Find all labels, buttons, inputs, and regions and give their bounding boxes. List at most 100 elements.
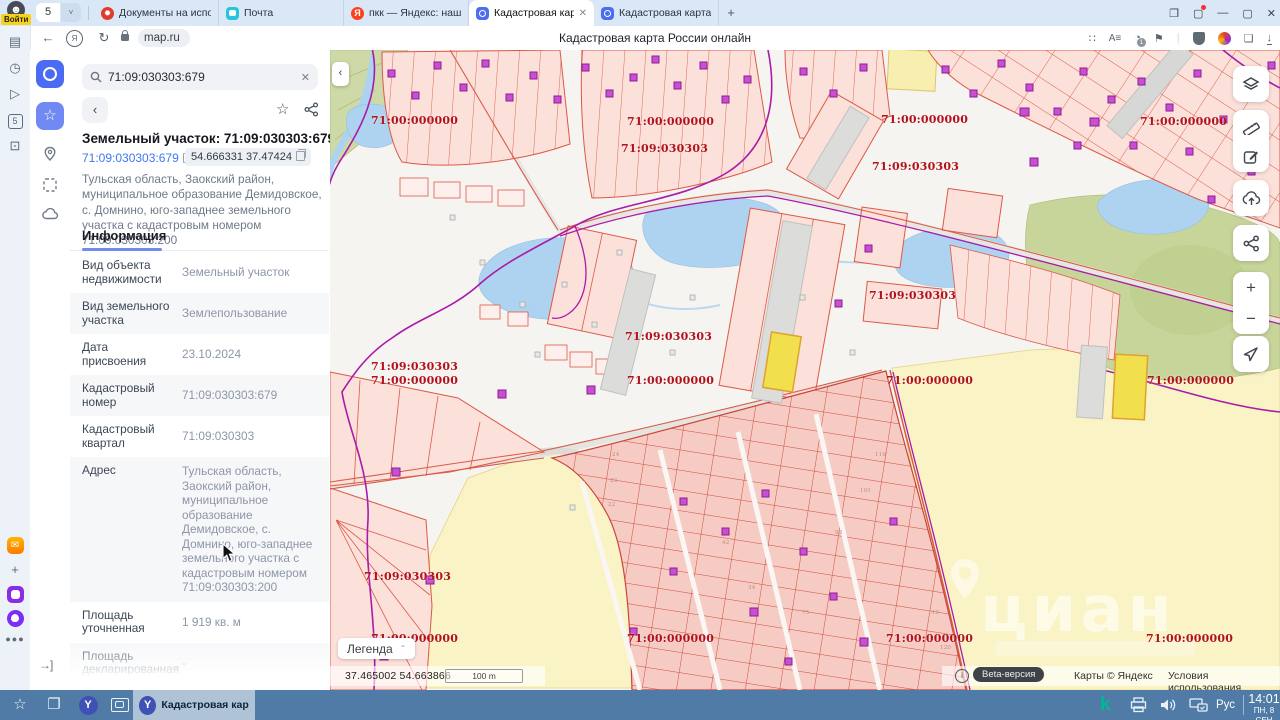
clear-search-icon[interactable]: ✕ [301,71,310,84]
tab-information[interactable]: Информация [82,228,166,243]
close-window-button[interactable]: ✕ [1267,7,1276,20]
tab-cadastral-map-2[interactable]: Кадастровая карта Росс [594,0,719,26]
ruler-icon[interactable] [1242,117,1260,135]
info-row: Кадастровый квартал71:09:030303 [70,416,329,457]
upload-button[interactable] [1233,180,1269,216]
pin-tool-icon[interactable] [42,146,58,162]
legend-button[interactable]: Легенда⌃ [338,638,415,659]
parcel-number: 22 [608,502,615,508]
info-row: Кадастровый номер71:09:030303:679 [70,375,329,416]
quarter-label: 71:09:030303 [869,289,956,302]
file-manager-icon[interactable] [108,690,132,720]
info-row-value: 23.10.2024 [174,347,321,362]
alice-app-icon[interactable] [0,610,30,630]
yandex-browser-taskbar-icon[interactable]: Y [76,690,100,720]
quarter-label: 71:09:030303 [872,160,959,173]
tab-strip: Документы на исполнен Почта Я пкк — Янде… [94,0,743,26]
search-input[interactable]: 71:09:030303:679 ✕ [82,64,318,90]
task-favicon: Y [139,696,156,715]
login-badge[interactable]: Войти [1,14,31,25]
cadastral-number-link[interactable]: 71:09:030303:679 [82,151,192,165]
minimize-button[interactable]: — [1217,7,1228,19]
start-star-icon[interactable]: ☆ [8,690,32,720]
more-icon[interactable]: ●●● [0,634,30,644]
navigation-arrow-icon [1242,345,1260,363]
layers-button[interactable] [1233,66,1269,102]
printer-tray-icon[interactable] [1126,690,1150,720]
bookmark-icon[interactable]: ⚑ [1154,32,1164,45]
clock[interactable]: 14:01 ПН, 8 СЕН [1248,693,1280,720]
parcel-number: 42 [722,540,729,546]
info-row-label: Адрес [82,464,174,478]
history-icon[interactable]: ◷ [0,60,30,76]
windows-icon[interactable]: ❐ [42,690,66,720]
cloud-icon[interactable] [42,207,59,221]
info-row-value: 1 919 кв. м [174,615,321,630]
favorites-button-active[interactable]: ☆ [36,102,64,130]
download-icon[interactable]: ↓ [1267,32,1273,45]
area-select-icon[interactable] [42,177,58,193]
new-tab-button[interactable]: + [719,0,743,26]
info-row-label: Дата присвоения [82,341,174,368]
notes-icon[interactable]: ▤ [0,34,30,50]
scale-bar: 100 m [445,669,523,683]
tabs-sync-icon[interactable]: ▢ [1193,7,1203,20]
tab-cadastral-map-active[interactable]: Кадастровая карта Ро ✕ [469,0,594,26]
quarter-label: 71:00:000000 [1146,632,1233,645]
extensions-icon[interactable]: ∷ [1089,32,1096,45]
maximize-button[interactable]: ▢ [1242,7,1252,20]
volume-tray-icon[interactable] [1156,690,1180,720]
info-row: Площадь уточненная1 919 кв. м [70,602,329,643]
tab-counter[interactable]: 5 [36,3,60,22]
edit-icon[interactable] [1242,148,1260,166]
info-icon[interactable]: i [955,669,969,683]
antivirus-tray-icon[interactable]: k [1100,690,1111,720]
search-icon [90,71,102,83]
app-logo[interactable] [36,60,64,88]
language-indicator[interactable]: Рус [1216,690,1235,720]
notifications-icon[interactable]: ◔1 [1134,32,1141,44]
layers-icon [1242,75,1260,93]
share-map-button[interactable] [1233,225,1269,261]
alice-icon[interactable] [1218,32,1231,45]
tab-yandex-search[interactable]: Я пкк — Яндекс: нашлось [344,0,469,26]
tab-counter-chevron-icon[interactable]: ˅ [61,3,81,22]
yandex-disk-icon[interactable] [0,586,30,606]
collapse-sidebar-icon[interactable]: ‹ [332,62,349,86]
add-service-icon[interactable]: + [0,562,30,577]
screenshot-icon[interactable]: ⊡ [0,138,30,154]
address-bar[interactable]: map.ru [138,29,190,47]
zoom-in-button[interactable]: + [1246,275,1256,301]
active-task-button[interactable]: Y Кадастровая кар... [133,690,255,720]
coordinates-chip[interactable]: 54.666331 37.47424 [185,148,311,166]
info-row-label: Кадастровый квартал [82,423,174,450]
info-row-value: 71:09:030303 [174,429,321,444]
close-tab-icon[interactable]: ✕ [579,8,587,19]
panel-icon[interactable]: ❐ [1169,7,1179,20]
back-button-panel[interactable]: ‹ [82,97,108,123]
play-icon[interactable]: ▷ [0,86,30,102]
zoom-out-button[interactable]: − [1246,306,1256,332]
display-tray-icon[interactable] [1186,690,1212,720]
translate-icon[interactable]: A≡ [1109,33,1122,44]
tab-mail[interactable]: Почта [219,0,344,26]
chevron-up-icon: ⌃ [400,644,407,653]
collections-icon[interactable]: ❏ [1244,32,1254,45]
parcel-number: 23 [610,478,617,484]
info-row-label: Вид объекта недвижимости [82,259,174,286]
share-icon[interactable] [304,102,319,117]
info-row: Дата присвоения23.10.2024 [70,334,329,375]
quarter-label: 71:00:000000 [886,374,973,387]
collapse-panel-icon[interactable]: →] [39,658,52,672]
copy-icon[interactable] [296,151,305,161]
terms-link[interactable]: Условия использования [1168,670,1280,690]
tab-documents[interactable]: Документы на исполнен [94,0,219,26]
adblock-shield-icon[interactable] [1193,32,1205,45]
yandex-mail-icon[interactable]: ✉ [0,536,30,554]
window-controls: ❐ ▢ — ▢ ✕ [1169,0,1276,26]
quarter-label: 71:00:000000 [371,374,458,387]
five-panel-icon[interactable]: 5 [0,112,30,129]
map-canvas[interactable]: циан 71:00:00000071:00:00000071:00:00000… [330,50,1280,690]
favorite-star-icon[interactable]: ☆ [276,100,289,118]
locate-button[interactable] [1233,336,1269,372]
